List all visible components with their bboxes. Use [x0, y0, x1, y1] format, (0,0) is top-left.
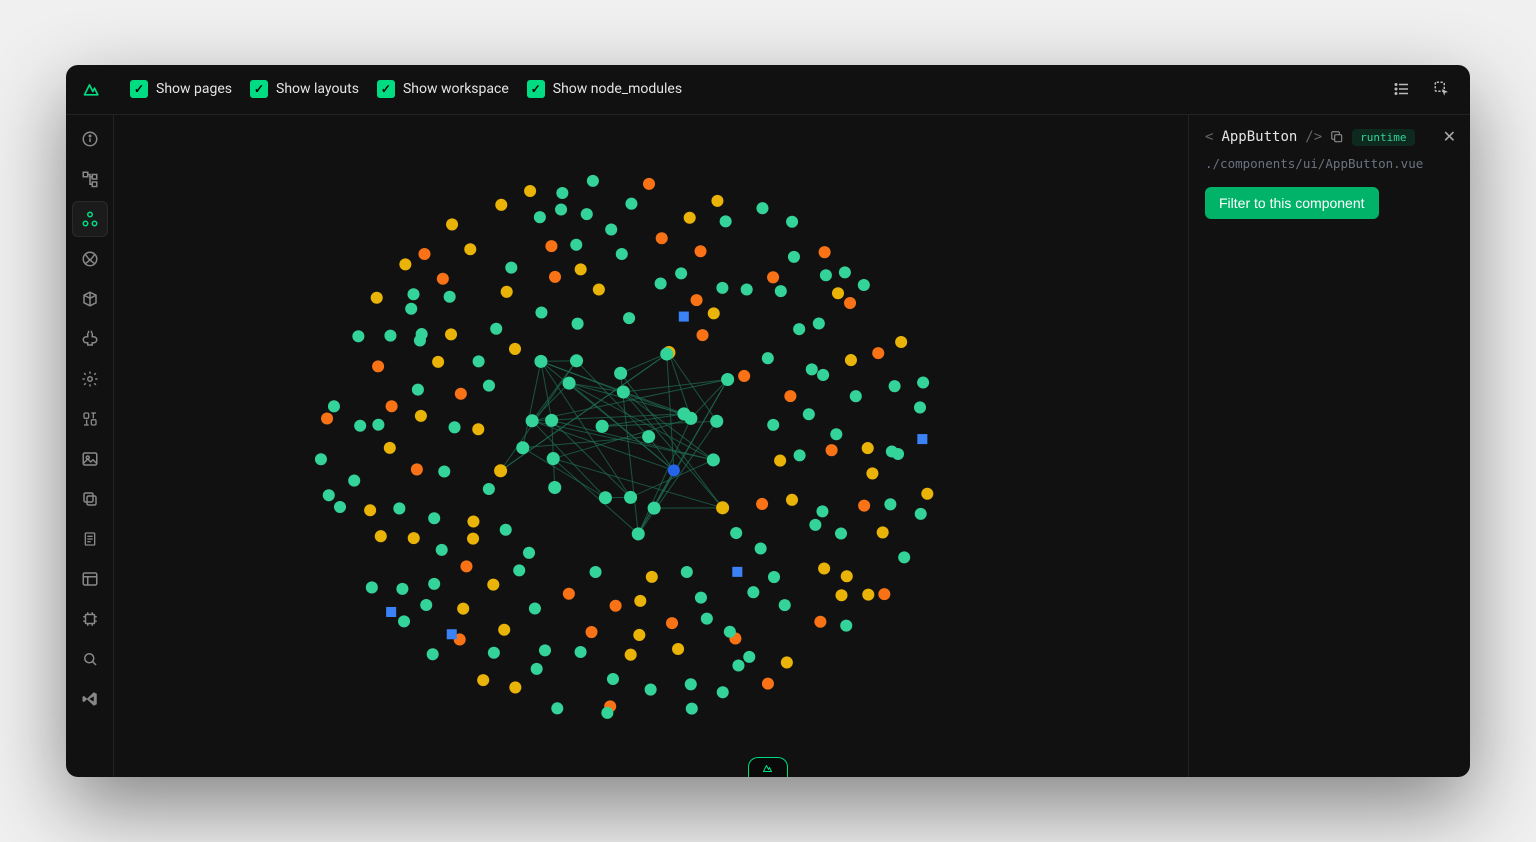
check-icon: ✓ — [527, 80, 545, 98]
devtools-window: ✓ Show pages ✓ Show layouts ✓ Show works… — [66, 65, 1470, 777]
checkbox-show-workspace[interactable]: ✓ Show workspace — [377, 80, 509, 98]
file-path: ./components/ui/AppButton.vue — [1205, 156, 1454, 171]
sidebar-routes-icon[interactable] — [72, 241, 108, 277]
dock-nuxt-logo[interactable] — [748, 757, 788, 777]
sidebar-graph-icon[interactable] — [72, 201, 108, 237]
inspect-icon[interactable] — [1428, 75, 1456, 103]
check-icon: ✓ — [130, 80, 148, 98]
sidebar-file-icon[interactable] — [72, 521, 108, 557]
sidebar-settings-icon[interactable] — [72, 361, 108, 397]
sidebar-layout-icon[interactable] — [72, 561, 108, 597]
sidebar-image-icon[interactable] — [72, 441, 108, 477]
sidebar-plugin-icon[interactable] — [72, 321, 108, 357]
component-name: AppButton — [1221, 129, 1297, 145]
tag-open: < — [1205, 129, 1213, 145]
topbar: ✓ Show pages ✓ Show layouts ✓ Show works… — [66, 65, 1470, 115]
sidebar-copies-icon[interactable] — [72, 481, 108, 517]
main-body: ✕ < AppButton /> runtime ./components/ui… — [66, 115, 1470, 777]
inspector-panel: ✕ < AppButton /> runtime ./components/ui… — [1188, 115, 1470, 777]
checkbox-label: Show node_modules — [553, 81, 682, 97]
sidebar-chip-icon[interactable] — [72, 601, 108, 637]
check-icon: ✓ — [250, 80, 268, 98]
component-header: < AppButton /> runtime — [1205, 129, 1454, 146]
checkbox-label: Show workspace — [403, 81, 509, 97]
filter-to-component-button[interactable]: Filter to this component — [1205, 187, 1379, 219]
sidebar-search-icon[interactable] — [72, 641, 108, 677]
copy-icon[interactable] — [1330, 130, 1344, 144]
sidebar-tree-icon[interactable] — [72, 161, 108, 197]
sidebar-vscode-icon[interactable] — [72, 681, 108, 717]
sidebar — [66, 115, 114, 777]
graph-canvas[interactable] — [114, 115, 1188, 777]
list-view-icon[interactable] — [1388, 75, 1416, 103]
checkbox-show-pages[interactable]: ✓ Show pages — [130, 80, 232, 98]
checkbox-label: Show pages — [156, 81, 232, 97]
checkbox-show-node-modules[interactable]: ✓ Show node_modules — [527, 80, 682, 98]
filter-checkboxes: ✓ Show pages ✓ Show layouts ✓ Show works… — [130, 80, 682, 98]
runtime-badge: runtime — [1352, 129, 1414, 146]
sidebar-package-icon[interactable] — [72, 281, 108, 317]
checkbox-show-layouts[interactable]: ✓ Show layouts — [250, 80, 359, 98]
check-icon: ✓ — [377, 80, 395, 98]
checkbox-label: Show layouts — [276, 81, 359, 97]
sidebar-binary-icon[interactable] — [72, 401, 108, 437]
close-icon[interactable]: ✕ — [1443, 127, 1456, 146]
sidebar-info-icon[interactable] — [72, 121, 108, 157]
tag-close: /> — [1305, 129, 1322, 145]
nuxt-logo — [80, 77, 104, 101]
